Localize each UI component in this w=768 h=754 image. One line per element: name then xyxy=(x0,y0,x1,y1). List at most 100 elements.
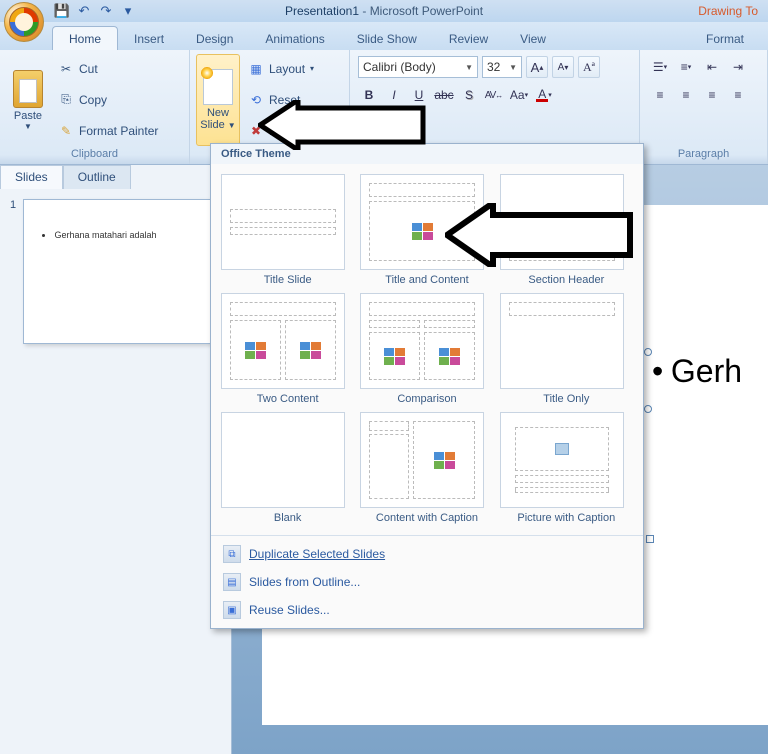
change-case-button[interactable]: Aa▾ xyxy=(508,84,530,106)
delete-button[interactable]: ✖ Delete xyxy=(244,121,318,141)
tab-review[interactable]: Review xyxy=(433,27,504,50)
gallery-footer: ⧉ Duplicate Selected Slides ▤ Slides fro… xyxy=(211,535,643,628)
reuse-icon: ▣ xyxy=(223,601,241,619)
grow-font-button[interactable]: A▴ xyxy=(526,56,548,78)
group-clipboard-label: Clipboard xyxy=(6,146,183,162)
align-center-button[interactable]: ≡ xyxy=(674,84,698,106)
layout-label: Layout xyxy=(269,62,305,76)
document-name: Presentation1 xyxy=(285,4,359,18)
paste-icon xyxy=(13,70,43,108)
chevron-down-icon: ▼ xyxy=(465,63,473,72)
numbering-button[interactable]: ≡▾ xyxy=(674,56,698,78)
justify-button[interactable]: ≡ xyxy=(726,84,750,106)
qat-more-icon[interactable]: ▾ xyxy=(118,2,138,20)
undo-icon[interactable]: ↶ xyxy=(74,2,94,20)
layout-label: Two Content xyxy=(221,393,354,406)
reuse-label: Reuse Slides... xyxy=(249,603,330,617)
character-spacing-button[interactable]: AV↔ xyxy=(483,84,505,106)
copy-label: Copy xyxy=(79,93,107,107)
chevron-down-icon: ▼ xyxy=(509,63,517,72)
office-button[interactable] xyxy=(4,2,44,42)
reset-button[interactable]: ⟲ Reset xyxy=(244,90,318,110)
resize-handle[interactable] xyxy=(646,535,654,543)
layout-label: Blank xyxy=(221,512,354,525)
paste-button[interactable]: Paste ▼ xyxy=(6,54,50,146)
reset-label: Reset xyxy=(269,93,300,107)
layout-button[interactable]: ▦ Layout ▾ xyxy=(244,59,318,79)
tab-format[interactable]: Format xyxy=(690,27,760,50)
tab-insert[interactable]: Insert xyxy=(118,27,180,50)
layout-label: Picture with Caption xyxy=(500,512,633,525)
slide-thumbnail-1[interactable]: Gerhana matahari adalah xyxy=(23,199,218,344)
strikethrough-button[interactable]: abc xyxy=(433,84,455,106)
outline-label: Slides from Outline... xyxy=(249,575,360,589)
format-painter-button[interactable]: ✎ Format Painter xyxy=(54,121,162,141)
thumbnail-text: Gerhana matahari adalah xyxy=(54,230,201,240)
font-color-button[interactable]: A▾ xyxy=(533,84,555,106)
layout-title-and-content[interactable]: Title and Content xyxy=(360,174,493,287)
layout-label: Content with Caption xyxy=(360,512,493,525)
app-name: Microsoft PowerPoint xyxy=(370,4,483,18)
layout-blank[interactable]: Blank xyxy=(221,412,354,525)
reuse-slides-button[interactable]: ▣ Reuse Slides... xyxy=(211,596,643,624)
tab-home[interactable]: Home xyxy=(52,26,118,50)
quick-access-toolbar: 💾 ↶ ↷ ▾ xyxy=(52,0,138,22)
panel-tab-outline[interactable]: Outline xyxy=(63,165,131,189)
ribbon-tabs: Home Insert Design Animations Slide Show… xyxy=(0,22,768,50)
text-shadow-button[interactable]: S xyxy=(458,84,480,106)
layout-section-header[interactable]: Section Header xyxy=(500,174,633,287)
layout-two-content[interactable]: Two Content xyxy=(221,293,354,406)
new-slide-label-2: Slide xyxy=(200,119,224,131)
slides-from-outline-button[interactable]: ▤ Slides from Outline... xyxy=(211,568,643,596)
copy-button[interactable]: ⎘ Copy xyxy=(54,90,162,110)
layout-comparison[interactable]: Comparison xyxy=(360,293,493,406)
cut-button[interactable]: ✂ Cut xyxy=(54,59,162,79)
redo-icon[interactable]: ↷ xyxy=(96,2,116,20)
italic-button[interactable]: I xyxy=(383,84,405,106)
group-paragraph: ☰▾ ≡▾ ⇤ ⇥ ≡ ≡ ≡ ≡ Paragraph xyxy=(640,50,768,164)
tab-design[interactable]: Design xyxy=(180,27,249,50)
clear-formatting-button[interactable]: Aª xyxy=(578,56,600,78)
tab-animations[interactable]: Animations xyxy=(249,27,340,50)
duplicate-icon: ⧉ xyxy=(223,545,241,563)
underline-button[interactable]: U xyxy=(408,84,430,106)
delete-icon: ✖ xyxy=(248,123,264,139)
reset-icon: ⟲ xyxy=(248,92,264,108)
tab-slideshow[interactable]: Slide Show xyxy=(341,27,433,50)
bullets-button[interactable]: ☰▾ xyxy=(648,56,672,78)
layout-picture-with-caption[interactable]: Picture with Caption xyxy=(500,412,633,525)
content-placeholder-icon xyxy=(412,223,433,240)
shrink-font-button[interactable]: A▾ xyxy=(552,56,574,78)
resize-handle[interactable] xyxy=(644,348,652,356)
panel-tab-slides[interactable]: Slides xyxy=(0,165,63,189)
font-name-value: Calibri (Body) xyxy=(363,60,436,74)
chevron-down-icon: ▾ xyxy=(310,64,314,73)
slide-number: 1 xyxy=(10,199,16,211)
font-size-value: 32 xyxy=(487,60,500,74)
copy-icon: ⎘ xyxy=(58,92,74,108)
format-painter-label: Format Painter xyxy=(79,124,158,138)
font-size-combo[interactable]: 32 ▼ xyxy=(482,56,522,78)
outline-icon: ▤ xyxy=(223,573,241,591)
duplicate-slides-button[interactable]: ⧉ Duplicate Selected Slides xyxy=(211,540,643,568)
layout-content-with-caption[interactable]: Content with Caption xyxy=(360,412,493,525)
layout-title-slide[interactable]: Title Slide xyxy=(221,174,354,287)
align-right-button[interactable]: ≡ xyxy=(700,84,724,106)
layout-label: Comparison xyxy=(360,393,493,406)
save-icon[interactable]: 💾 xyxy=(52,2,72,20)
slide-body-text: Gerh xyxy=(671,353,742,389)
layout-title-only[interactable]: Title Only xyxy=(500,293,633,406)
picture-icon xyxy=(555,443,569,455)
new-slide-button[interactable]: New Slide ▼ xyxy=(196,54,240,146)
font-name-combo[interactable]: Calibri (Body) ▼ xyxy=(358,56,478,78)
align-left-button[interactable]: ≡ xyxy=(648,84,672,106)
slide-text-content: • Gerh xyxy=(652,353,742,390)
bold-button[interactable]: B xyxy=(358,84,380,106)
duplicate-label: Duplicate Selected Slides xyxy=(249,547,385,561)
cut-label: Cut xyxy=(79,62,98,76)
group-clipboard: Paste ▼ ✂ Cut ⎘ Copy ✎ Format Painter Cl… xyxy=(0,50,190,164)
resize-handle[interactable] xyxy=(644,405,652,413)
decrease-indent-button[interactable]: ⇤ xyxy=(700,56,724,78)
tab-view[interactable]: View xyxy=(504,27,562,50)
increase-indent-button[interactable]: ⇥ xyxy=(726,56,750,78)
